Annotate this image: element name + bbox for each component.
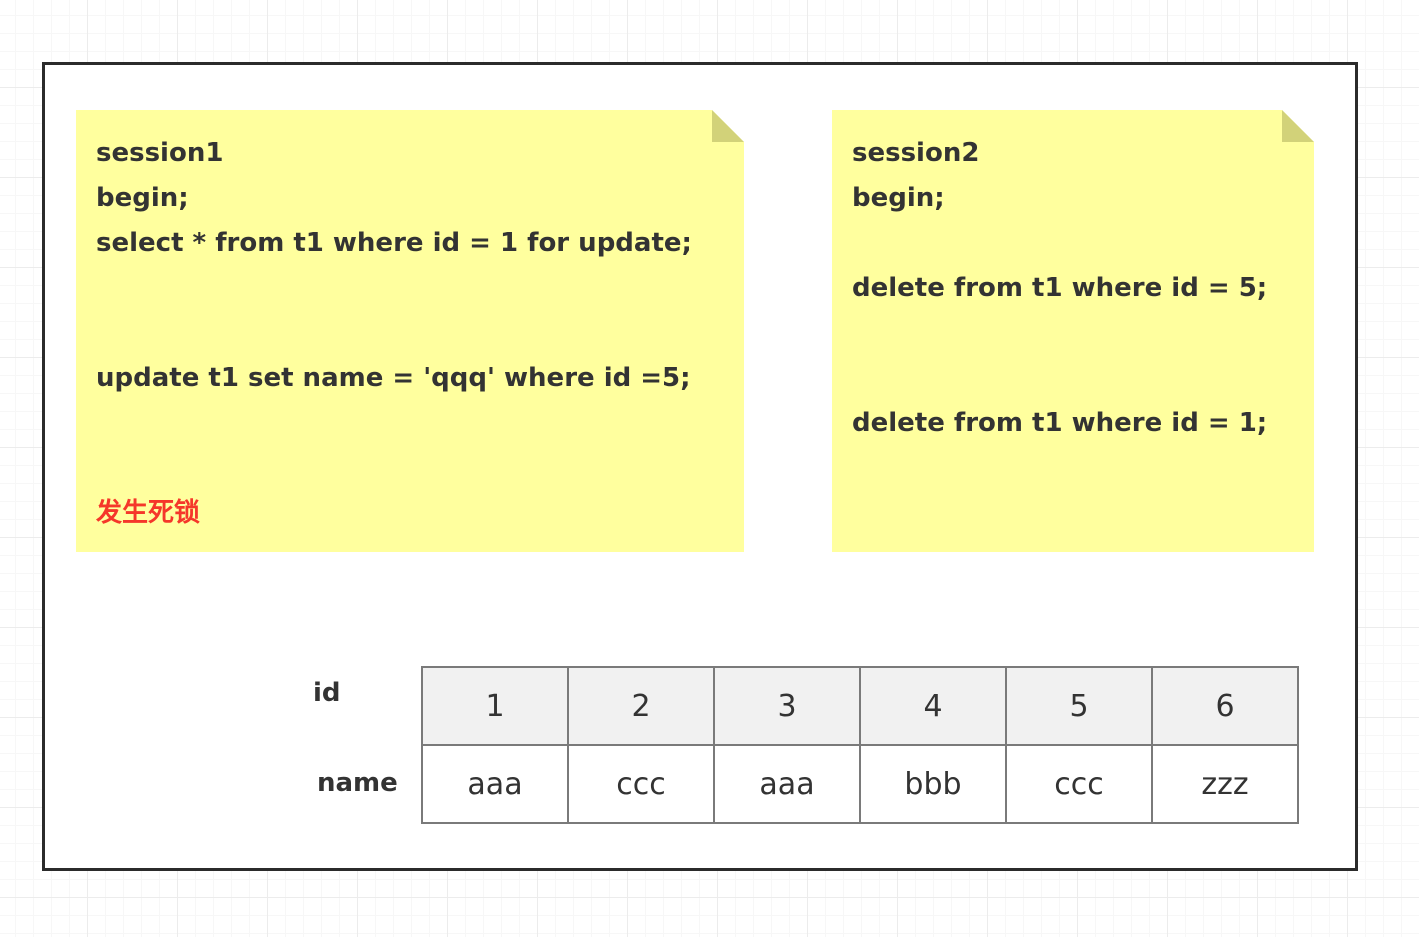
id-row-label: id: [313, 678, 341, 708]
name-row-label: name: [317, 768, 398, 798]
name-cell: ccc: [1005, 744, 1153, 824]
note-fold-corner: [1282, 110, 1314, 142]
session2-begin: begin;: [852, 183, 945, 213]
id-cell: 5: [1005, 666, 1153, 746]
name-cell: aaa: [421, 744, 569, 824]
deadlock-label: 发生死锁: [96, 498, 201, 528]
id-row: 1 2 3 4 5 6: [421, 666, 1299, 746]
session1-begin: begin;: [96, 183, 189, 213]
session2-title: session2: [852, 138, 980, 168]
session1-select-statement: select * from t1 where id = 1 for update…: [96, 228, 692, 258]
id-cell: 3: [713, 666, 861, 746]
name-row: aaa ccc aaa bbb ccc zzz: [421, 744, 1299, 824]
name-cell: zzz: [1151, 744, 1299, 824]
session1-title: session1: [96, 138, 224, 168]
session1-update-statement: update t1 set name = 'qqq' where id =5;: [96, 363, 691, 393]
session1-note: session1 begin; select * from t1 where i…: [76, 110, 744, 552]
records-table: 1 2 3 4 5 6 aaa ccc aaa bbb ccc zzz: [421, 666, 1299, 824]
id-cell: 2: [567, 666, 715, 746]
id-cell: 4: [859, 666, 1007, 746]
session2-note: session2 begin; delete from t1 where id …: [832, 110, 1314, 552]
id-cell: 6: [1151, 666, 1299, 746]
note-fold-corner: [712, 110, 744, 142]
id-cell: 1: [421, 666, 569, 746]
name-cell: bbb: [859, 744, 1007, 824]
session2-delete-id5-statement: delete from t1 where id = 5;: [852, 273, 1268, 303]
name-cell: aaa: [713, 744, 861, 824]
name-cell: ccc: [567, 744, 715, 824]
session2-delete-id1-statement: delete from t1 where id = 1;: [852, 408, 1268, 438]
